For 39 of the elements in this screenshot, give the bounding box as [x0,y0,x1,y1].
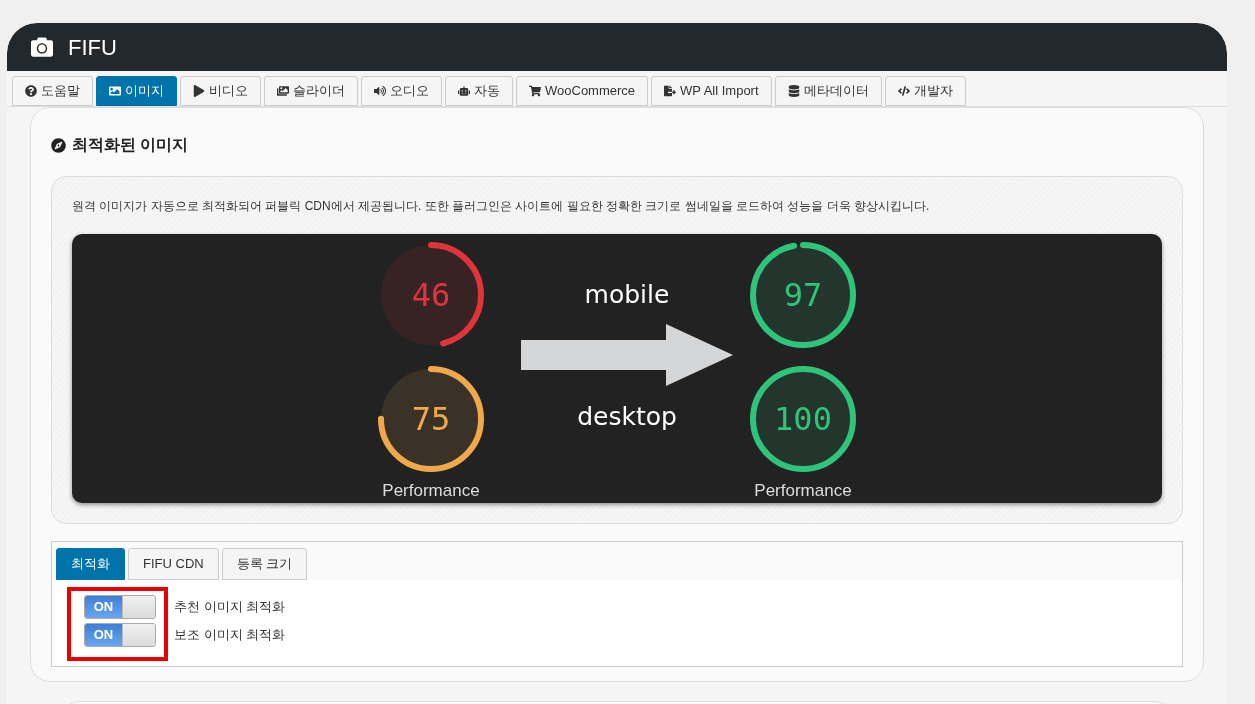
tab[interactable]: 자동 [445,76,513,106]
play-icon [193,85,205,97]
gauge-caption: Performance [382,480,480,502]
tab[interactable]: 메타데이터 [774,76,882,106]
score-value: 46 [411,275,451,316]
score-value: 97 [783,275,823,316]
score-value: 75 [411,399,451,440]
cart-icon [529,85,541,97]
image-icon [109,85,121,97]
toggle-label: 추천 이미지 최적화 [174,598,286,617]
tab[interactable]: 슬라이더 [264,76,358,106]
robot-icon [458,85,470,97]
camera-icon [29,36,55,58]
tab[interactable]: 비디오 [180,76,261,106]
subtab[interactable]: 최적화 [56,548,125,580]
speaker-icon [374,85,386,97]
description-text: 원격 이미지가 자동으로 최적화되어 퍼블릭 CDN에서 제공됩니다. 또한 플러그인은 사이트에 필요한 정확한 크기로 썸네일을 로드하여 성능을 더욱 향상시킵니다. [72,198,931,215]
subtab[interactable]: 등록 크기 [221,548,308,580]
gauge-caption: Performance [754,480,852,502]
tab[interactable]: WP All Import [651,76,772,106]
app-title: FIFU [68,33,117,62]
tab[interactable]: 이미지 [96,76,177,106]
help-icon [25,85,37,97]
arrow-icon [521,323,733,386]
tab[interactable]: 도움말 [12,76,93,106]
score-value: 100 [774,399,832,440]
tab[interactable]: WooCommerce [516,76,649,106]
device-label: desktop [577,400,677,433]
tab[interactable]: 개발자 [884,76,966,106]
compass-icon [51,137,66,153]
subtab[interactable]: FIFU CDN [128,548,219,580]
tab[interactable]: 오디오 [361,76,442,106]
section-title: 최적화된 이미지 [72,135,189,155]
toggle-label: 보조 이미지 최적화 [174,626,286,645]
database-icon [787,85,800,97]
device-label: mobile [584,279,670,311]
code-icon [897,85,910,97]
file-export-icon [664,85,677,97]
images-icon [277,85,289,97]
